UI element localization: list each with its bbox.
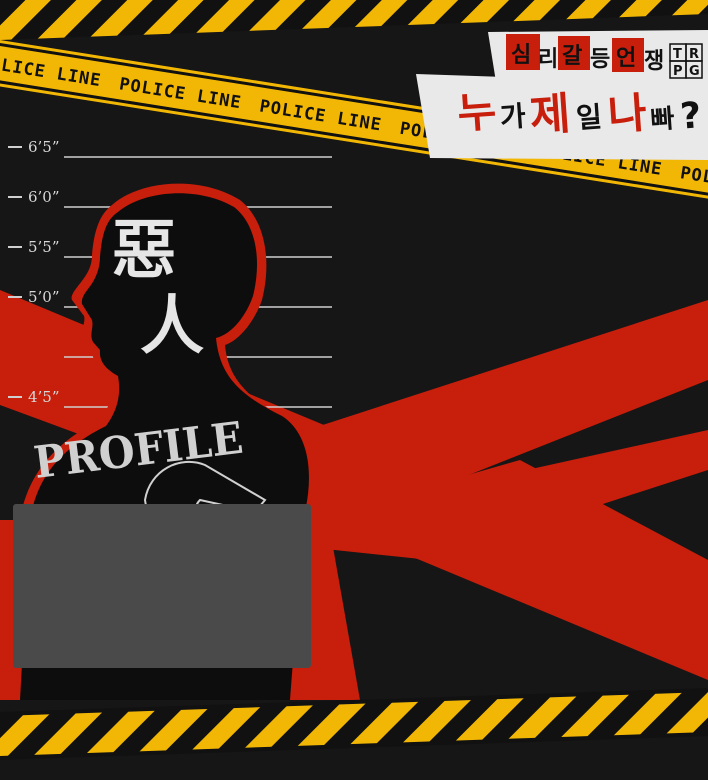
height-mark-5-5: 5’5” — [28, 238, 60, 256]
name-placard — [13, 504, 311, 668]
trpg-badge: T R P G — [669, 43, 703, 79]
subtitle-char-3: 제 — [528, 88, 572, 142]
logo-char-1: 심 — [511, 43, 531, 68]
logo-char-3: 갈 — [562, 44, 582, 69]
logo-char-4: 등 — [590, 47, 610, 72]
height-mark-5-0: 5’0” — [28, 288, 60, 306]
subtitle-char-1: 누 — [456, 87, 498, 139]
poster-artwork: 6’5” 6’0” 5’5” 5’0” 4’5” 惡 人 PROFILE POL… — [0, 0, 708, 780]
height-mark-6-5: 6’5” — [28, 138, 60, 156]
svg-text:P: P — [673, 64, 683, 79]
height-mark-6-0: 6’0” — [28, 188, 60, 206]
svg-text:T: T — [673, 47, 682, 62]
svg-text:G: G — [689, 64, 700, 79]
logo-char-5: 언 — [616, 46, 636, 71]
subtitle-char-7: ? — [679, 95, 703, 137]
subtitle-char-6: 빠 — [649, 104, 675, 136]
subtitle-char-2: 가 — [499, 99, 527, 134]
svg-text:R: R — [689, 47, 699, 62]
logo-char-6: 쟁 — [644, 49, 664, 74]
profile-poster: 6’5” 6’0” 5’5” 5’0” 4’5” 惡 人 PROFILE POL… — [0, 0, 708, 780]
height-mark-4-5: 4’5” — [28, 388, 60, 406]
kanji-evil: 惡 — [112, 213, 176, 288]
logo-char-2: 리 — [538, 47, 558, 72]
subtitle-char-5: 나 — [606, 88, 648, 140]
kanji-person: 人 — [140, 289, 204, 364]
subtitle-char-4: 일 — [575, 100, 603, 135]
